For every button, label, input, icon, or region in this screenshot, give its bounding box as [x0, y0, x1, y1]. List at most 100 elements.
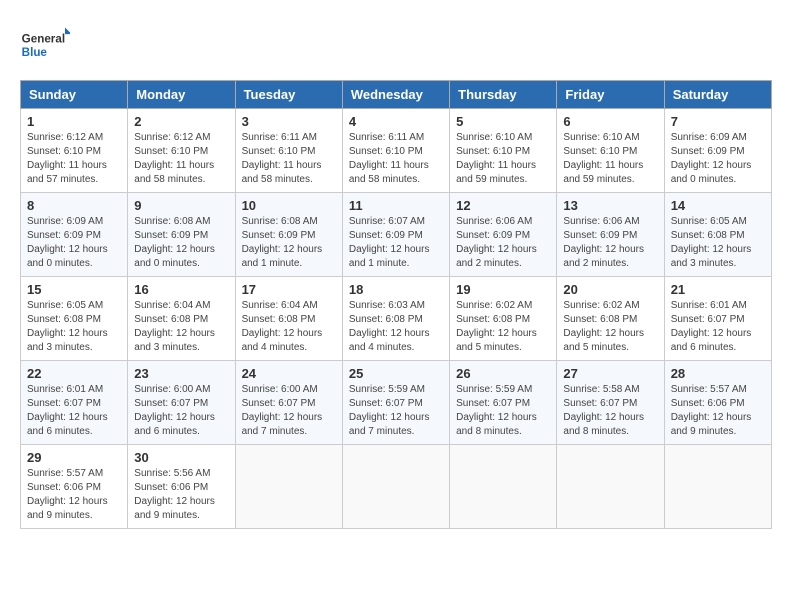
- day-detail: Sunrise: 6:04 AM Sunset: 6:08 PM Dayligh…: [242, 299, 336, 355]
- day-number: 18: [349, 282, 443, 297]
- calendar-cell: 11 Sunrise: 6:07 AM Sunset: 6:09 PM Dayli…: [342, 193, 449, 277]
- day-detail: Sunrise: 6:06 AM Sunset: 6:09 PM Dayligh…: [563, 215, 657, 271]
- calendar-cell: 6 Sunrise: 6:10 AM Sunset: 6:10 PM Daylig…: [557, 109, 664, 193]
- calendar-cell: 25 Sunrise: 5:59 AM Sunset: 6:07 PM Dayli…: [342, 361, 449, 445]
- day-number: 22: [27, 366, 121, 381]
- day-number: 4: [349, 114, 443, 129]
- day-detail: Sunrise: 6:08 AM Sunset: 6:09 PM Dayligh…: [242, 215, 336, 271]
- calendar-cell: 29 Sunrise: 5:57 AM Sunset: 6:06 PM Dayli…: [21, 445, 128, 529]
- day-number: 6: [563, 114, 657, 129]
- calendar-cell: 14 Sunrise: 6:05 AM Sunset: 6:08 PM Dayli…: [664, 193, 771, 277]
- day-number: 27: [563, 366, 657, 381]
- day-detail: Sunrise: 5:56 AM Sunset: 6:06 PM Dayligh…: [134, 467, 228, 523]
- day-number: 20: [563, 282, 657, 297]
- day-number: 3: [242, 114, 336, 129]
- day-detail: Sunrise: 6:05 AM Sunset: 6:08 PM Dayligh…: [671, 215, 765, 271]
- day-number: 17: [242, 282, 336, 297]
- calendar-cell: 3 Sunrise: 6:11 AM Sunset: 6:10 PM Daylig…: [235, 109, 342, 193]
- col-header-sunday: Sunday: [21, 81, 128, 109]
- col-header-thursday: Thursday: [450, 81, 557, 109]
- day-detail: Sunrise: 6:05 AM Sunset: 6:08 PM Dayligh…: [27, 299, 121, 355]
- calendar-cell: [450, 445, 557, 529]
- day-number: 8: [27, 198, 121, 213]
- calendar-cell: 16 Sunrise: 6:04 AM Sunset: 6:08 PM Dayli…: [128, 277, 235, 361]
- calendar-cell: 2 Sunrise: 6:12 AM Sunset: 6:10 PM Daylig…: [128, 109, 235, 193]
- col-header-friday: Friday: [557, 81, 664, 109]
- day-detail: Sunrise: 6:09 AM Sunset: 6:09 PM Dayligh…: [671, 131, 765, 187]
- calendar-cell: 17 Sunrise: 6:04 AM Sunset: 6:08 PM Dayli…: [235, 277, 342, 361]
- calendar-header-row: SundayMondayTuesdayWednesdayThursdayFrid…: [21, 81, 772, 109]
- day-detail: Sunrise: 5:57 AM Sunset: 6:06 PM Dayligh…: [671, 383, 765, 439]
- calendar-cell: 10 Sunrise: 6:08 AM Sunset: 6:09 PM Dayli…: [235, 193, 342, 277]
- day-number: 12: [456, 198, 550, 213]
- calendar-week-row: 29 Sunrise: 5:57 AM Sunset: 6:06 PM Dayli…: [21, 445, 772, 529]
- col-header-monday: Monday: [128, 81, 235, 109]
- day-number: 29: [27, 450, 121, 465]
- day-detail: Sunrise: 6:01 AM Sunset: 6:07 PM Dayligh…: [27, 383, 121, 439]
- svg-text:Blue: Blue: [22, 46, 48, 59]
- calendar-table: SundayMondayTuesdayWednesdayThursdayFrid…: [20, 80, 772, 529]
- day-detail: Sunrise: 6:03 AM Sunset: 6:08 PM Dayligh…: [349, 299, 443, 355]
- calendar-week-row: 1 Sunrise: 6:12 AM Sunset: 6:10 PM Daylig…: [21, 109, 772, 193]
- day-number: 23: [134, 366, 228, 381]
- day-number: 13: [563, 198, 657, 213]
- calendar-cell: 5Sunrise: 6:10 AM Sunset: 6:10 PM Daylig…: [450, 109, 557, 193]
- calendar-cell: 24 Sunrise: 6:00 AM Sunset: 6:07 PM Dayli…: [235, 361, 342, 445]
- calendar-cell: 1 Sunrise: 6:12 AM Sunset: 6:10 PM Daylig…: [21, 109, 128, 193]
- day-number: 10: [242, 198, 336, 213]
- day-detail: Sunrise: 6:10 AM Sunset: 6:10 PM Dayligh…: [563, 131, 657, 187]
- calendar-cell: 20Sunrise: 6:02 AM Sunset: 6:08 PM Dayli…: [557, 277, 664, 361]
- calendar-cell: [664, 445, 771, 529]
- day-detail: Sunrise: 5:57 AM Sunset: 6:06 PM Dayligh…: [27, 467, 121, 523]
- calendar-cell: [342, 445, 449, 529]
- calendar-week-row: 8 Sunrise: 6:09 AM Sunset: 6:09 PM Daylig…: [21, 193, 772, 277]
- calendar-cell: 15Sunrise: 6:05 AM Sunset: 6:08 PM Dayli…: [21, 277, 128, 361]
- day-number: 1: [27, 114, 121, 129]
- day-number: 25: [349, 366, 443, 381]
- calendar-cell: 21 Sunrise: 6:01 AM Sunset: 6:07 PM Dayli…: [664, 277, 771, 361]
- day-detail: Sunrise: 6:07 AM Sunset: 6:09 PM Dayligh…: [349, 215, 443, 271]
- calendar-cell: 12 Sunrise: 6:06 AM Sunset: 6:09 PM Dayli…: [450, 193, 557, 277]
- day-number: 21: [671, 282, 765, 297]
- calendar-cell: 4 Sunrise: 6:11 AM Sunset: 6:10 PM Daylig…: [342, 109, 449, 193]
- day-detail: Sunrise: 6:11 AM Sunset: 6:10 PM Dayligh…: [242, 131, 336, 187]
- day-detail: Sunrise: 5:59 AM Sunset: 6:07 PM Dayligh…: [349, 383, 443, 439]
- day-detail: Sunrise: 6:12 AM Sunset: 6:10 PM Dayligh…: [27, 131, 121, 187]
- logo-svg: General Blue: [20, 20, 70, 70]
- calendar-week-row: 15Sunrise: 6:05 AM Sunset: 6:08 PM Dayli…: [21, 277, 772, 361]
- day-detail: Sunrise: 6:04 AM Sunset: 6:08 PM Dayligh…: [134, 299, 228, 355]
- day-detail: Sunrise: 6:00 AM Sunset: 6:07 PM Dayligh…: [134, 383, 228, 439]
- day-number: 11: [349, 198, 443, 213]
- day-detail: Sunrise: 6:01 AM Sunset: 6:07 PM Dayligh…: [671, 299, 765, 355]
- calendar-cell: 27 Sunrise: 5:58 AM Sunset: 6:07 PM Dayli…: [557, 361, 664, 445]
- svg-text:General: General: [22, 33, 65, 46]
- day-detail: Sunrise: 6:00 AM Sunset: 6:07 PM Dayligh…: [242, 383, 336, 439]
- day-detail: Sunrise: 6:06 AM Sunset: 6:09 PM Dayligh…: [456, 215, 550, 271]
- day-number: 19: [456, 282, 550, 297]
- day-number: 16: [134, 282, 228, 297]
- calendar-cell: 26 Sunrise: 5:59 AM Sunset: 6:07 PM Dayli…: [450, 361, 557, 445]
- day-detail: Sunrise: 6:11 AM Sunset: 6:10 PM Dayligh…: [349, 131, 443, 187]
- calendar-cell: 7 Sunrise: 6:09 AM Sunset: 6:09 PM Daylig…: [664, 109, 771, 193]
- calendar-cell: [235, 445, 342, 529]
- logo: General Blue: [20, 20, 74, 70]
- col-header-tuesday: Tuesday: [235, 81, 342, 109]
- calendar-cell: 9 Sunrise: 6:08 AM Sunset: 6:09 PM Daylig…: [128, 193, 235, 277]
- day-number: 24: [242, 366, 336, 381]
- day-detail: Sunrise: 6:12 AM Sunset: 6:10 PM Dayligh…: [134, 131, 228, 187]
- day-number: 2: [134, 114, 228, 129]
- day-number: 7: [671, 114, 765, 129]
- day-number: 28: [671, 366, 765, 381]
- day-detail: Sunrise: 5:58 AM Sunset: 6:07 PM Dayligh…: [563, 383, 657, 439]
- day-detail: Sunrise: 5:59 AM Sunset: 6:07 PM Dayligh…: [456, 383, 550, 439]
- day-detail: Sunrise: 6:09 AM Sunset: 6:09 PM Dayligh…: [27, 215, 121, 271]
- day-detail: Sunrise: 6:08 AM Sunset: 6:09 PM Dayligh…: [134, 215, 228, 271]
- day-detail: Sunrise: 6:10 AM Sunset: 6:10 PM Dayligh…: [456, 131, 550, 187]
- calendar-cell: [557, 445, 664, 529]
- calendar-cell: 28 Sunrise: 5:57 AM Sunset: 6:06 PM Dayli…: [664, 361, 771, 445]
- day-number: 14: [671, 198, 765, 213]
- day-number: 26: [456, 366, 550, 381]
- day-number: 9: [134, 198, 228, 213]
- col-header-wednesday: Wednesday: [342, 81, 449, 109]
- calendar-cell: 8 Sunrise: 6:09 AM Sunset: 6:09 PM Daylig…: [21, 193, 128, 277]
